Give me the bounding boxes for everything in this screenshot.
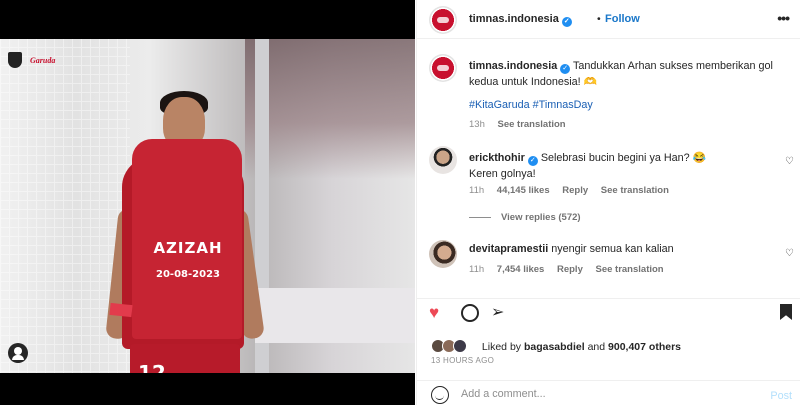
comment-text: nyengir semua kan kalian bbox=[551, 243, 674, 255]
post-details-panel: timnas.indonesia ✓ • Follow ••• timnas.in… bbox=[416, 0, 800, 405]
see-translation-link[interactable]: See translation bbox=[601, 185, 669, 196]
avatar[interactable] bbox=[429, 146, 457, 174]
more-options-icon[interactable]: ••• bbox=[777, 10, 790, 26]
wristband bbox=[109, 302, 133, 318]
see-translation-link[interactable]: See translation bbox=[596, 264, 664, 275]
caption-see-translation-link[interactable]: See translation bbox=[498, 119, 566, 130]
avatar[interactable] bbox=[429, 240, 457, 268]
stadium-stand bbox=[245, 39, 415, 179]
caption-time: 13h bbox=[469, 119, 485, 130]
comment-text: Selebrasi bucin begini ya Han? 😂 bbox=[540, 152, 707, 164]
view-replies-button[interactable]: View replies (572) bbox=[469, 212, 581, 223]
caption-username[interactable]: timnas.indonesia bbox=[469, 60, 557, 72]
verified-badge-icon: ✓ bbox=[527, 156, 538, 166]
post-comment-button[interactable]: Post bbox=[770, 390, 792, 402]
comment-username[interactable]: devitapramestii bbox=[469, 243, 548, 255]
shorts-number: 12 bbox=[138, 361, 166, 373]
comment-time: 11h bbox=[469, 185, 485, 196]
federation-crest-icon bbox=[8, 52, 22, 68]
shirt-date-text: 20-08-2023 bbox=[156, 269, 220, 280]
replies-line bbox=[469, 216, 491, 218]
comment-meta: 11h 44,145 likes Reply See translation bbox=[469, 185, 679, 196]
liked-by-others[interactable]: 900,407 others bbox=[608, 341, 681, 353]
ad-board bbox=[255, 288, 415, 343]
comment-time: 11h bbox=[469, 264, 485, 275]
emoji-icon[interactable] bbox=[431, 386, 449, 404]
verified-badge-icon: ✓ bbox=[560, 64, 571, 74]
comment-text-line2: Keren golnya! bbox=[469, 168, 536, 180]
bookmark-icon[interactable] bbox=[780, 304, 792, 320]
avatar[interactable] bbox=[429, 6, 457, 34]
verified-badge-icon: ✓ bbox=[561, 17, 572, 27]
caption-text: timnas.indonesia ✓ Tandukkan Arhan sukses… bbox=[469, 58, 789, 90]
comment-item: devitapramestii nyengir semua kan kalian bbox=[469, 243, 769, 255]
comment-input[interactable] bbox=[461, 388, 751, 400]
post-timestamp: 13 HOURS AGO bbox=[431, 356, 495, 365]
shirt-name-text: AZIZAH bbox=[153, 239, 223, 257]
comment-icon[interactable] bbox=[461, 304, 479, 322]
comment-username[interactable]: erickthohir bbox=[469, 152, 525, 164]
comment-like-heart-icon[interactable]: ♡ bbox=[785, 156, 794, 167]
reply-button[interactable]: Reply bbox=[557, 264, 583, 275]
share-icon[interactable]: ➢ bbox=[491, 304, 504, 322]
comment-like-heart-icon[interactable]: ♡ bbox=[785, 248, 794, 259]
post-photo[interactable]: AZIZAH 20-08-2023 12 bbox=[0, 39, 415, 373]
tagged-users-icon[interactable] bbox=[8, 343, 28, 363]
separator-dot: • bbox=[597, 13, 601, 25]
liker-avatars bbox=[431, 339, 475, 353]
reply-button[interactable]: Reply bbox=[562, 185, 588, 196]
follow-button[interactable]: Follow bbox=[605, 13, 640, 25]
caption-hashtags[interactable]: #KitaGaruda #TimnasDay bbox=[469, 99, 593, 111]
like-heart-icon[interactable]: ♥ bbox=[429, 304, 439, 322]
comment-likes-link[interactable]: 7,454 likes bbox=[497, 264, 545, 275]
player-figure: AZIZAH 20-08-2023 12 bbox=[105, 89, 268, 373]
liked-by-summary: Liked by bagasabdiel and 900,407 others bbox=[431, 339, 681, 353]
header-username[interactable]: timnas.indonesia ✓ bbox=[469, 13, 572, 27]
comment-meta: 11h 7,454 likes Reply See translation bbox=[469, 264, 674, 275]
garuda-logo: Garuda bbox=[30, 56, 56, 65]
caption-meta: 13h See translation bbox=[469, 119, 576, 130]
post-header: timnas.indonesia ✓ • Follow ••• bbox=[417, 0, 800, 39]
liked-by-and: and bbox=[587, 341, 606, 353]
comment-item: erickthohir ✓ Selebrasi bucin begini ya H… bbox=[469, 150, 769, 182]
comment-likes-link[interactable]: 44,145 likes bbox=[497, 185, 550, 196]
caption-avatar[interactable] bbox=[429, 54, 457, 82]
liked-by-user[interactable]: bagasabdiel bbox=[524, 341, 585, 353]
liked-by-prefix: Liked by bbox=[481, 341, 522, 353]
post-media: AZIZAH 20-08-2023 12 Garuda bbox=[0, 0, 415, 405]
